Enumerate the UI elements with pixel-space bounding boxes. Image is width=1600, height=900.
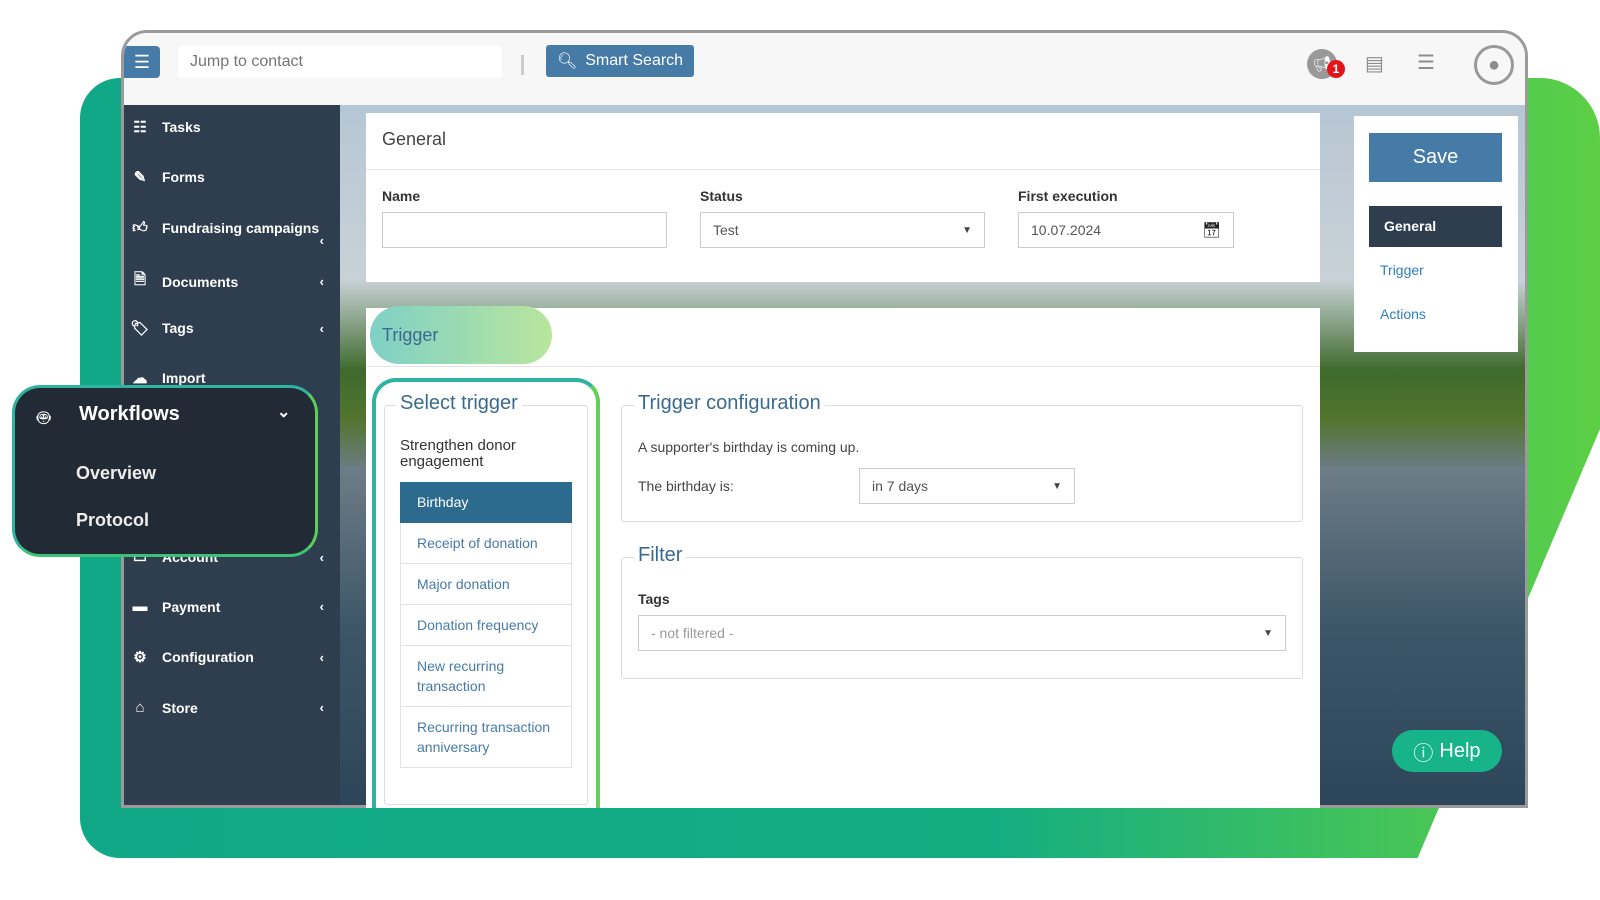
edit-icon: ✎ (133, 169, 147, 186)
birthday-value: in 7 days (872, 478, 929, 494)
trigger-title: Trigger (382, 325, 439, 345)
save-button[interactable]: Save (1369, 133, 1502, 182)
trigger-group-label: Strengthen donor engagement (400, 437, 516, 470)
sidebar-item-store[interactable]: ⌂ Store ‹ (130, 699, 330, 716)
document-icon: 🗎 (133, 271, 147, 288)
submenu-protocol[interactable]: Protocol (76, 510, 149, 531)
chevron-left-icon: ‹ (319, 700, 324, 715)
birthday-select[interactable]: in 7 days ▼ (859, 468, 1075, 504)
tags-icon: 🏷︎ (130, 320, 150, 337)
chevron-left-icon: ‹ (319, 233, 324, 248)
nav-trigger[interactable]: Trigger (1380, 262, 1424, 278)
chevron-down-icon[interactable]: ⌄ (277, 402, 290, 422)
submenu-overview[interactable]: Overview (76, 463, 156, 484)
store-icon: ⌂ (135, 699, 145, 716)
caret-down-icon: ▼ (962, 224, 972, 236)
workflows-menu: 🤖︎ Workflows ⌄ Overview Protocol (12, 385, 318, 557)
sidebar-item-label: Store (162, 699, 198, 716)
sidebar-item-label: Tags (162, 320, 194, 336)
general-card: General (366, 113, 1320, 282)
status-label: Status (700, 188, 743, 204)
sidebar-item-payment[interactable]: ▬ Payment ‹ (130, 598, 330, 615)
tags-value: - not filtered - (651, 625, 734, 641)
nav-actions[interactable]: Actions (1380, 306, 1426, 322)
credit-card-icon: ▬ (132, 598, 148, 615)
divider (521, 55, 524, 75)
caret-down-icon: ▼ (1052, 480, 1062, 492)
date-value: 10.07.2024 (1031, 222, 1102, 238)
avatar[interactable]: ● (1474, 45, 1514, 85)
hamburger-icon: ☰ (133, 51, 151, 72)
search-icon: 🔍︎ (556, 53, 578, 70)
menu-button[interactable]: ☰ (124, 46, 160, 78)
thumbs-up-icon: 👍︎ (132, 219, 148, 236)
smart-search-button[interactable]: 🔍︎ Smart Search (546, 45, 694, 77)
sidebar-item-tags[interactable]: 🏷︎ Tags ‹ (130, 319, 330, 337)
newspaper-icon[interactable]: ▤ (1365, 51, 1384, 76)
trigger-option-major[interactable]: Major donation (400, 564, 572, 605)
robot-icon: 🤖︎ (37, 405, 51, 430)
sidebar-item-documents[interactable]: 🗎 Documents ‹ (130, 269, 330, 294)
sidebar-item-label: Payment (162, 598, 221, 615)
sidebar-item-forms[interactable]: ✎ Forms (130, 168, 330, 186)
name-input[interactable] (382, 212, 667, 248)
trigger-list: Birthday Receipt of donation Major donat… (400, 482, 572, 768)
sidebar-item-label: Fundraising campaigns (162, 220, 320, 236)
trigger-config-title: Trigger configuration (634, 392, 825, 415)
calendar-icon[interactable]: 📅︎ (1202, 221, 1221, 239)
help-button[interactable]: ⓘ Help (1392, 730, 1502, 772)
nav-general[interactable]: General (1369, 206, 1502, 247)
smart-search-label: Smart Search (585, 52, 684, 69)
status-select[interactable]: Test ▼ (700, 212, 985, 248)
first-execution-label: First execution (1018, 188, 1118, 204)
chevron-left-icon: ‹ (319, 549, 324, 565)
birthday-label: The birthday is: (638, 478, 734, 494)
trigger-option-frequency[interactable]: Donation frequency (400, 605, 572, 646)
tags-select[interactable]: - not filtered - ▼ (638, 615, 1286, 651)
chevron-left-icon: ‹ (319, 649, 324, 665)
select-trigger-title: Select trigger (396, 392, 522, 415)
tags-label: Tags (638, 591, 670, 607)
sidebar-item-workflows[interactable]: Workflows (79, 403, 180, 426)
general-title: General (382, 129, 447, 149)
sidebar-item-label: Configuration (162, 649, 254, 665)
top-bar: ☰ 🔍︎Smart Search 📢︎ ▤ ☰ ● (124, 33, 1525, 105)
divider (366, 366, 1320, 367)
divider (366, 169, 1320, 170)
caret-down-icon: ▼ (1263, 627, 1273, 639)
name-label: Name (382, 188, 421, 204)
chevron-left-icon: ‹ (319, 320, 324, 336)
trigger-option-birthday[interactable]: Birthday (400, 482, 572, 523)
trigger-option-recurring-anniversary[interactable]: Recurring transaction anniversary (400, 707, 572, 768)
first-execution-date-input[interactable]: 10.07.2024 📅︎ (1018, 212, 1234, 248)
status-value: Test (713, 222, 739, 238)
notification-badge: 1 (1327, 60, 1345, 78)
trigger-option-receipt[interactable]: Receipt of donation (400, 523, 572, 564)
chevron-left-icon: ‹ (319, 274, 324, 289)
jump-to-contact-input[interactable] (178, 46, 502, 78)
trigger-config-fieldset (621, 405, 1303, 522)
sidebar-item-label: Tasks (162, 119, 201, 135)
sidebar-item-label: Forms (162, 169, 205, 185)
chevron-left-icon: ‹ (319, 599, 324, 614)
checklist-icon[interactable]: ☰ (1417, 50, 1435, 75)
sidebar-item-label: Import (162, 370, 206, 386)
sidebar-item-label: Documents (162, 273, 239, 290)
gear-icon: ⚙ (133, 649, 147, 666)
trigger-option-new-recurring[interactable]: New recurring transaction (400, 646, 572, 707)
sidebar-item-tasks[interactable]: ☷ Tasks (130, 118, 330, 136)
sidebar-item-configuration[interactable]: ⚙ Configuration ‹ (130, 648, 330, 666)
trigger-config-description: A supporter's birthday is coming up. (638, 439, 860, 455)
question-circle-icon: ⓘ (1413, 742, 1434, 765)
sidebar-item-fundraising[interactable]: 👍︎ Fundraising campaigns ‹ (130, 219, 330, 248)
help-label: Help (1439, 739, 1481, 762)
filter-title: Filter (634, 544, 687, 567)
tasks-icon: ☷ (133, 119, 147, 136)
